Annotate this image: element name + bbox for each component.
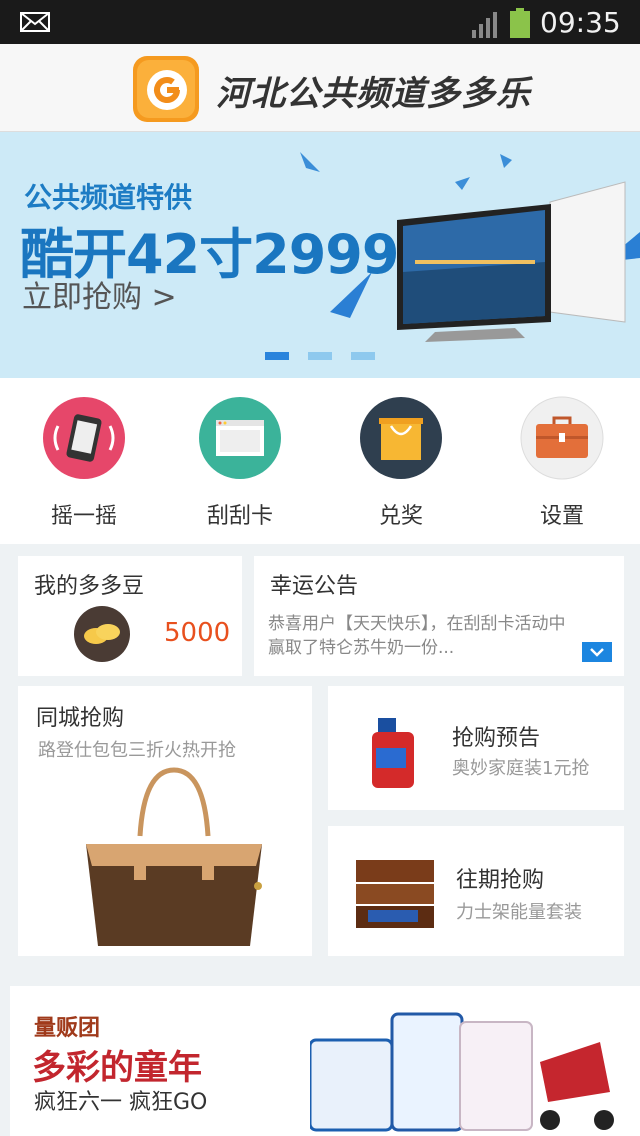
battery-icon <box>510 8 530 38</box>
kids-banner-line3: 疯狂六一 疯狂GO <box>34 1090 208 1115</box>
preview-subtitle: 奥妙家庭装1元抢 <box>452 758 590 779</box>
kids-banner-line2: 多彩的童年 <box>32 1048 202 1088</box>
quick-actions: 摇一摇 刮刮卡 兑奖 设置 <box>0 378 640 544</box>
carousel-indicator <box>0 352 640 364</box>
scratch-card-icon <box>199 397 281 479</box>
scratch-card-button[interactable]: 刮刮卡 <box>180 396 300 536</box>
handbag-image <box>86 767 262 946</box>
settings-label: 设置 <box>539 504 584 529</box>
page-title: 河北公共频道多多乐 <box>216 74 531 114</box>
redeem-label: 兑奖 <box>378 504 423 529</box>
shake-label: 摇一摇 <box>50 504 117 529</box>
kids-promo-banner[interactable]: 量贩团 多彩的童年 疯狂六一 疯狂GO <box>10 986 640 1136</box>
beans-count: 5000 <box>164 618 231 648</box>
snack-pack-image <box>356 860 434 928</box>
status-bar: 09:35 <box>0 0 640 44</box>
detergent-image <box>372 718 414 788</box>
past-purchase-card[interactable]: 往期抢购 力士架能量套装 <box>328 826 624 956</box>
shake-phone-icon <box>43 397 125 479</box>
notice-text: 恭喜用户【天天快乐】，在刮刮卡活动中赢取了特仑苏牛奶一份... <box>268 614 566 658</box>
preview-title: 抢购预告 <box>452 726 541 751</box>
lucky-notice-card[interactable]: 幸运公告 恭喜用户【天天快乐】，在刮刮卡活动中赢取了特仑苏牛奶一份... <box>254 556 624 676</box>
banner-line3[interactable]: 立即抢购 > <box>22 272 177 316</box>
my-beans-card[interactable]: 我的多多豆 5000 <box>18 556 242 676</box>
city-subtitle: 路登仕包包三折火热开抢 <box>38 740 236 761</box>
scratch-card-label: 刮刮卡 <box>206 504 273 529</box>
beans-icon <box>74 606 130 662</box>
past-title: 往期抢购 <box>456 868 545 893</box>
tv-image <box>397 181 626 342</box>
redeem-button[interactable]: 兑奖 <box>341 396 461 536</box>
city-purchase-card[interactable]: 同城抢购 路登仕包包三折火热开抢 <box>18 686 312 956</box>
kids-banner-line1: 量贩团 <box>34 1016 101 1041</box>
app-logo-icon <box>133 56 199 122</box>
city-title: 同城抢购 <box>36 706 125 731</box>
carousel-dot-1[interactable] <box>265 352 289 360</box>
briefcase-icon <box>520 396 604 480</box>
carousel-dot-2[interactable] <box>308 352 332 360</box>
mail-icon <box>20 12 50 32</box>
signal-icon <box>472 12 497 38</box>
shake-button[interactable]: 摇一摇 <box>24 396 144 536</box>
chevron-down-icon[interactable] <box>582 642 612 662</box>
baby-products-image <box>310 1012 614 1132</box>
beans-title: 我的多多豆 <box>34 574 145 599</box>
carousel-dot-3[interactable] <box>351 352 375 360</box>
status-time: 09:35 <box>540 6 621 39</box>
settings-button[interactable]: 设置 <box>502 396 622 536</box>
app-header: 河北公共频道多多乐 <box>0 44 640 132</box>
shopping-bag-icon <box>360 397 442 479</box>
preview-card[interactable]: 抢购预告 奥妙家庭装1元抢 <box>328 686 624 810</box>
past-subtitle: 力士架能量套装 <box>456 902 582 923</box>
notice-title: 幸运公告 <box>270 574 359 599</box>
promo-banner[interactable]: 公共频道特供 酷开42寸2999 立即抢购 > <box>0 132 640 378</box>
